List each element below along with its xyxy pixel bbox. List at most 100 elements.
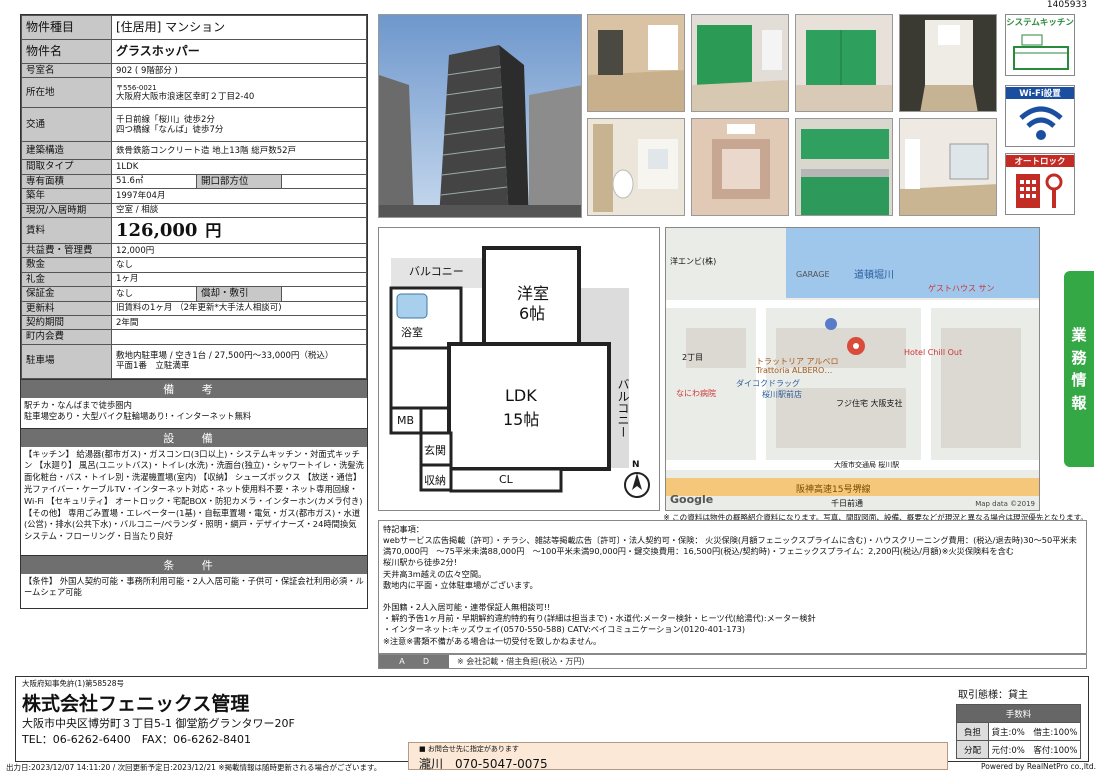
trade-terms: 取引態様：貸主 手数料 負担 貸主:0% 借主:100% 分配 元付:0% 客付… xyxy=(956,686,1081,759)
guarantee-value: なし xyxy=(111,286,197,302)
town-fee-label: 町内会費 xyxy=(21,329,112,345)
map-label-13: 大阪市交通局 桜川駅 xyxy=(834,461,900,469)
side-tab-char-4: 報 xyxy=(1071,393,1087,412)
town-fee-value xyxy=(111,329,367,345)
remarks-heading: 備 考 xyxy=(21,378,367,398)
footer-dates: 出力日:2023/12/07 14:11:20 / 次回更新予定日:2023/1… xyxy=(6,763,382,772)
renewal-value: 旧賃料の1ヶ月 （2年更新*大手法人相談可) xyxy=(111,300,367,316)
company-address: 大阪市中央区博労町３丁目5-1 御堂筋グランタワー20F xyxy=(22,717,295,730)
fp-storage: 収納 xyxy=(424,474,446,487)
map-label-9: なにわ病院 xyxy=(676,389,716,398)
status-label: 現況/入居時期 xyxy=(21,202,112,218)
type-label: 物件種目 xyxy=(21,15,112,40)
map-credit: Map data ©2019 xyxy=(975,500,1035,508)
feature-system-kitchen: システムキッチン xyxy=(1005,14,1075,76)
special-notes: 特記事項： webサービス広告掲載〔許可〕・チラシ、雑誌等掲載広告〔許可〕・法人… xyxy=(378,520,1087,654)
transit-label: 交通 xyxy=(21,107,112,143)
fp-balcony-side: バルコニー xyxy=(616,378,630,438)
structure-label: 建築構造 xyxy=(21,141,112,161)
map-label-12: フジ住宅 大阪支社 xyxy=(836,399,903,408)
term-label: 契約期間 xyxy=(21,314,112,331)
equipment-text: 【キッチン】 給湯器(都市ガス)・ガスコンロ(3口以上)・システムキッチン・対面… xyxy=(24,448,364,542)
property-info: 物件種目 [住居用] マンション 物件名 グラスホッパー 号室名 902 ( 9… xyxy=(20,14,368,609)
fp-mb: MB xyxy=(397,414,415,427)
company-name: 株式会社フェニックス管理 xyxy=(22,693,250,715)
feature-autolock: オートロック xyxy=(1005,153,1075,215)
ad-label: Ａ Ｄ xyxy=(379,655,449,668)
built-label: 築年 xyxy=(21,188,112,204)
status-value: 空室 / 相談 xyxy=(111,202,367,218)
fp-ldk: LDK xyxy=(505,386,537,405)
google-logo: Google xyxy=(670,493,714,506)
guarantee-label: 保証金 xyxy=(21,286,112,302)
key-money-label: 礼金 xyxy=(21,271,112,288)
map-label-8: 2丁目 xyxy=(682,353,704,362)
side-tab-char-1: 業 xyxy=(1071,326,1087,344)
map-label-14: 阪神高速15号堺線 xyxy=(796,485,871,495)
feature-wifi: Wi-Fi設置 xyxy=(1005,85,1075,147)
map-label-10: ダイコクドラッグ xyxy=(736,379,800,388)
fp-entrance: 玄関 xyxy=(424,444,446,457)
deposit-label: 敷金 xyxy=(21,257,112,273)
trade-title: 取引態様：貸主 xyxy=(958,690,1028,701)
layout-value: 1LDK xyxy=(111,159,367,175)
address-label: 所在地 xyxy=(21,77,112,109)
location-map[interactable]: 洋エンビ(株) GARAGE 道頓堀川 ゲストハウス サン Hotel Chil… xyxy=(665,227,1040,511)
map-label-1: 洋エンビ(株) xyxy=(670,257,717,266)
equipment-heading: 設 備 xyxy=(21,427,367,447)
mgmt-fee-value: 12,000円 xyxy=(111,242,367,259)
page-footer: 出力日:2023/12/07 14:11:20 / 次回更新予定日:2023/1… xyxy=(6,762,1096,773)
mgmt-fee-label: 共益費・管理費 xyxy=(21,242,112,259)
map-label-3: 道頓堀川 xyxy=(854,270,894,281)
term-value: 2年間 xyxy=(111,314,367,331)
parking-line-1: 敷地内駐車場 / 空き1台 / 27,500円～33,000円（税込） xyxy=(116,351,334,361)
washroom-photo xyxy=(587,118,685,216)
address-value: 大阪府大阪市浪速区幸町２丁目2-40 xyxy=(116,91,255,102)
ad-text: ※ 会社記載・借主負担(税込・万円) xyxy=(457,657,585,666)
map-label-15: 千日前通 xyxy=(831,499,863,508)
rent-label: 賃料 xyxy=(21,216,112,244)
room-photo xyxy=(899,118,997,216)
map-label-11: 桜川駅前店 xyxy=(762,390,802,399)
parking-line-2: 平面1番 立駐満車 xyxy=(116,361,190,372)
deposit-value: なし xyxy=(111,257,367,273)
type-value: [住居用] マンション xyxy=(111,15,367,40)
fee-split-label: 分配 xyxy=(956,740,989,759)
map-label-5: Hotel Chill Out xyxy=(904,348,963,357)
feature-label-wifi: Wi-Fi設置 xyxy=(1006,87,1074,99)
conditions-heading: 条 件 xyxy=(21,554,367,574)
transit-cell: 千日前線「桜川」徒歩2分 四つ橋線「なんば」徒歩7分 xyxy=(111,107,367,143)
fp-bath: 浴室 xyxy=(401,326,423,339)
renewal-label: 更新料 xyxy=(21,300,112,316)
structure-value: 鉄骨鉄筋コンクリート造 地上13階 総戸数52戸 xyxy=(111,141,367,161)
fee-heading: 手数料 xyxy=(956,704,1081,723)
address-cell: 〒556-0021 大阪府大阪市浪速区幸町２丁目2-40 xyxy=(111,77,367,109)
parking-label: 駐車場 xyxy=(21,343,112,379)
postal-code: 〒556-0021 xyxy=(116,83,157,92)
company-tel: TEL：06-6262-6400 FAX：06-6262-8401 xyxy=(22,733,252,746)
amortization-label: 償却・敷引 xyxy=(196,286,282,302)
built-value: 1997年04月 xyxy=(111,188,367,204)
layout-label: 間取タイプ xyxy=(21,159,112,175)
fp-north: N xyxy=(632,460,640,470)
ad-row: Ａ Ｄ ※ 会社記載・借主負担(税込・万円) xyxy=(378,654,1087,669)
fee-burden-value: 貸主:0% 借主:100% xyxy=(988,722,1081,741)
lock-icon xyxy=(1016,173,1063,208)
direction-label: 開口部方位 xyxy=(196,173,282,190)
interior-photo-1 xyxy=(587,14,685,112)
business-info-tab[interactable]: 業 務 情 報 xyxy=(1064,271,1094,467)
fp-western-size: 6帖 xyxy=(519,304,546,323)
rent-cell: 126,000 円 xyxy=(111,216,367,244)
side-tab-char-2: 務 xyxy=(1071,348,1087,367)
direction-value xyxy=(281,173,367,190)
key-money-value: 1ヶ月 xyxy=(111,271,367,288)
map-label-4: ゲストハウス サン xyxy=(928,284,995,293)
area-label: 専有面積 xyxy=(21,173,112,190)
interior-photo-2 xyxy=(691,14,789,112)
contact-note: ■ お問合せ先に指定があります xyxy=(419,745,519,753)
amortization-value xyxy=(281,286,367,302)
fp-closet: CL xyxy=(499,473,513,486)
kitchen-photo xyxy=(795,118,893,216)
rent-unit: 円 xyxy=(205,220,222,240)
room-label: 号室名 xyxy=(21,62,112,79)
